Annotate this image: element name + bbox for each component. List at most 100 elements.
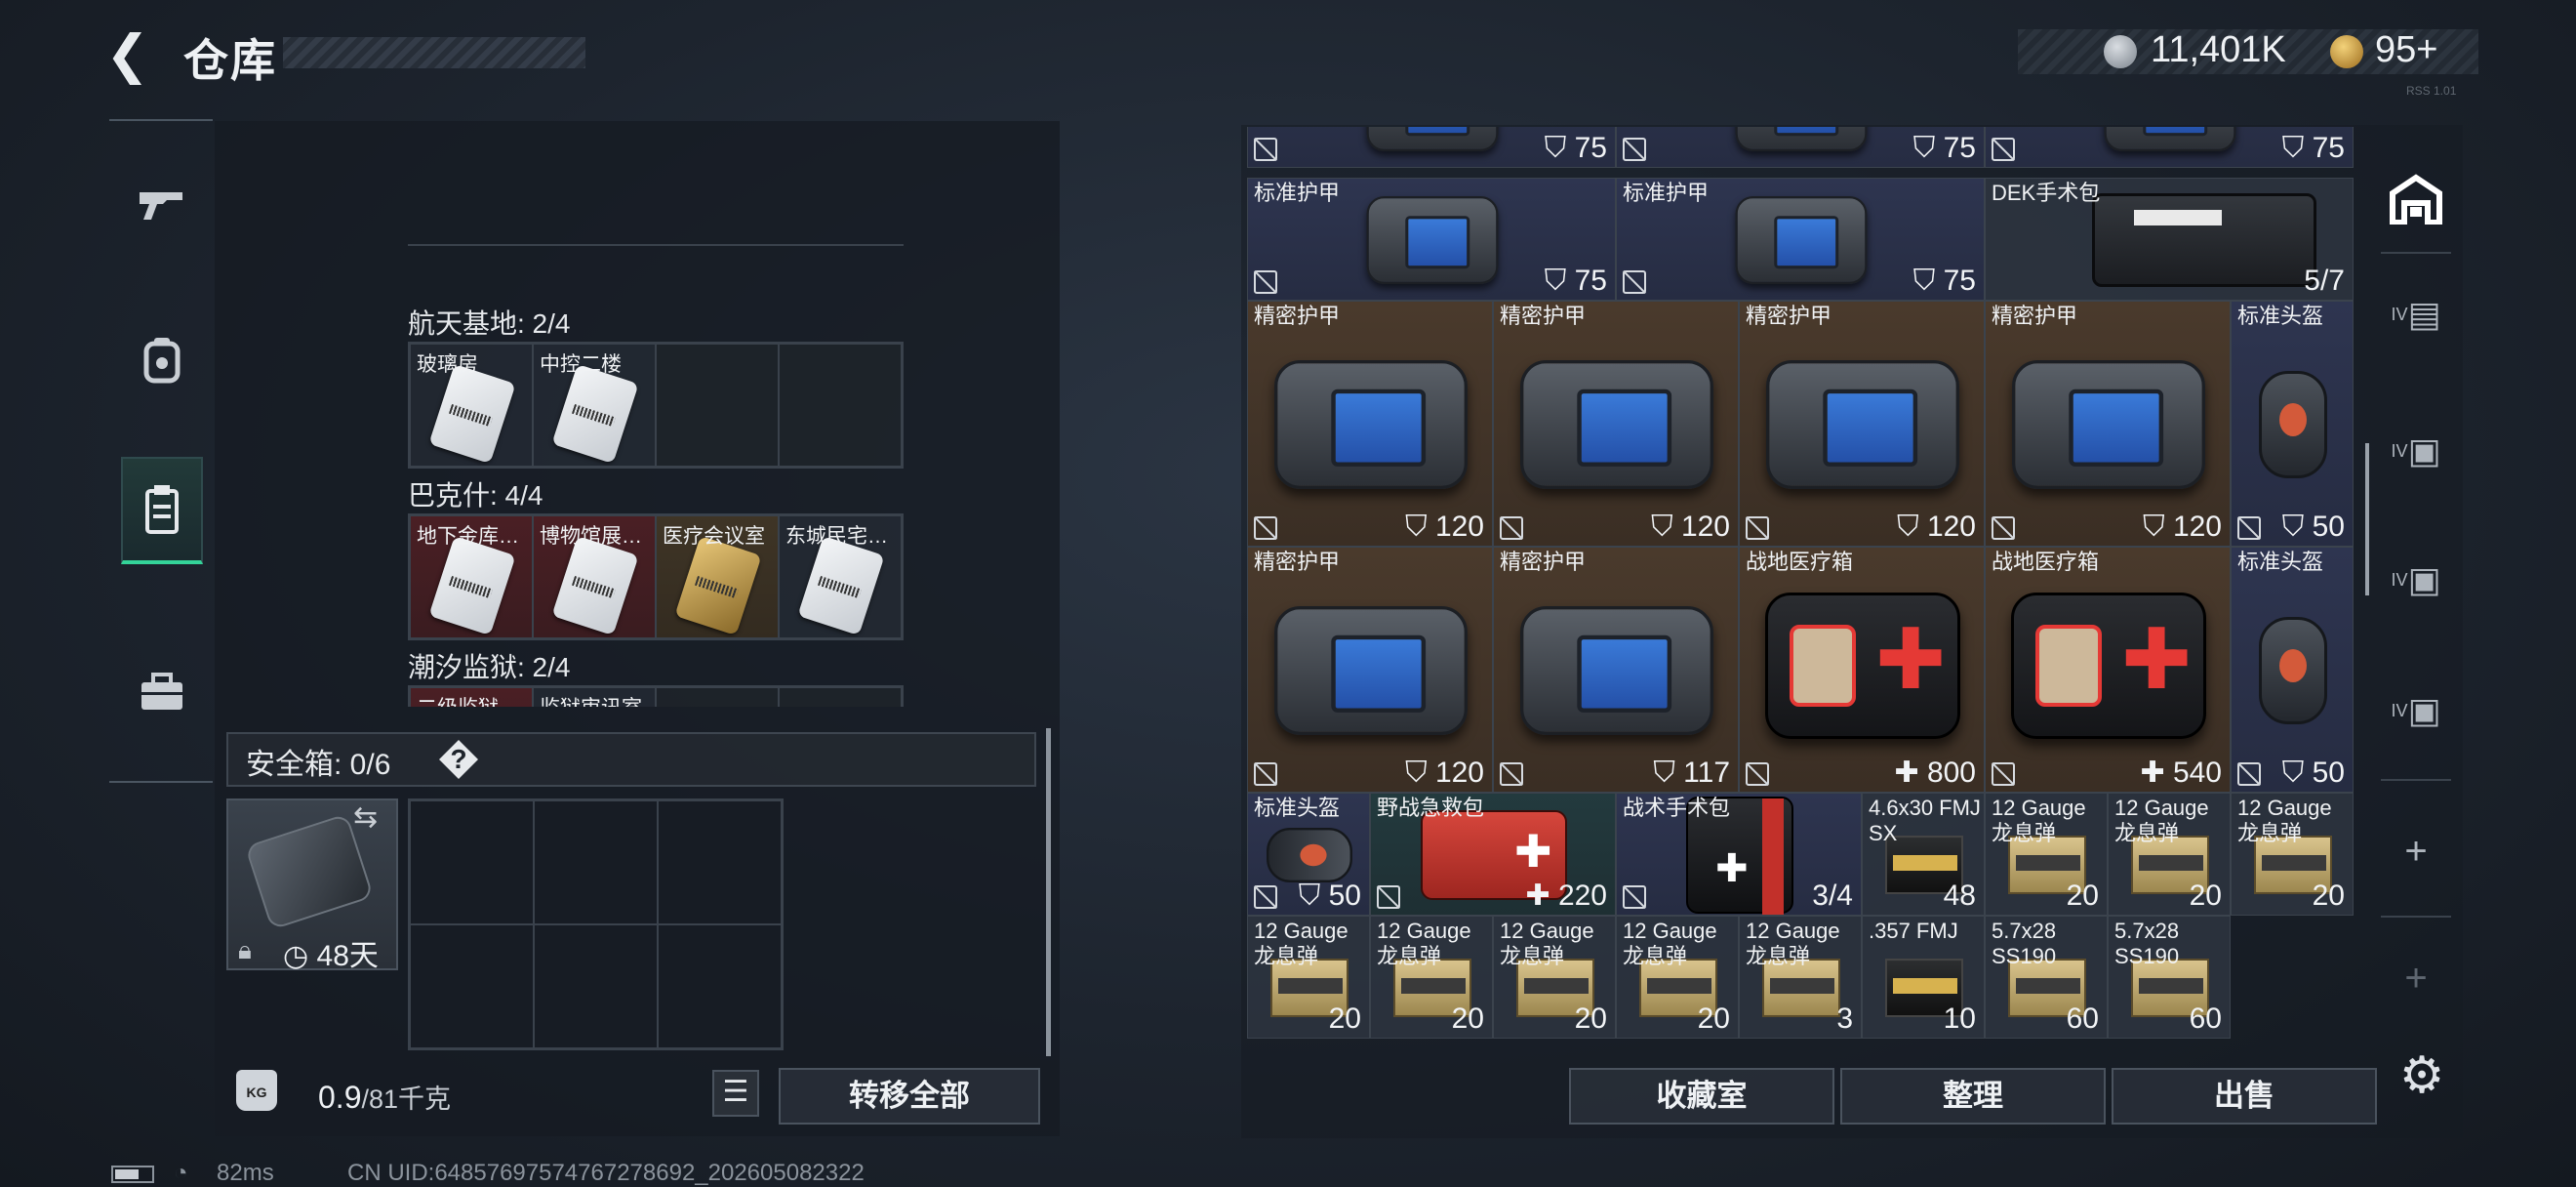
container-iv-icon[interactable]: IV ▣ — [2383, 547, 2449, 613]
item-name: 战术手术包 — [1623, 796, 1731, 820]
container-iv-icon[interactable]: IV ▣ — [2383, 677, 2449, 744]
armor-vest-image — [1766, 360, 1959, 489]
item-value: 20 — [2190, 880, 2222, 913]
stash-item[interactable]: 标准护甲 ⛉ 75 — [1616, 178, 1985, 301]
safe-box-grid — [408, 798, 784, 1050]
keycard-slot[interactable]: 中控二楼 — [533, 344, 656, 467]
uid-readout: CN UID:6485769757476727869​2_20260508232… — [347, 1160, 865, 1186]
back-arrow-icon[interactable]: ❮ — [105, 27, 160, 82]
stash-item[interactable]: 标准头盔 ⛉ 50 — [2231, 547, 2354, 793]
safe-slot[interactable] — [410, 924, 534, 1048]
stash-item[interactable]: 标准头盔 ⛉ 50 — [2231, 301, 2354, 547]
stash-item[interactable]: 12 Gauge 龙息弹 20 — [1247, 916, 1370, 1039]
durability-shield-icon: ⛉ — [2281, 757, 2313, 789]
page-title: 仓库 — [183, 35, 277, 86]
gear-icon[interactable]: ⚙︎ — [2395, 1048, 2449, 1103]
not-found-in-raid-icon — [1623, 885, 1646, 909]
stash-item[interactable]: .357 FMJ 10 — [1862, 916, 1985, 1039]
armor-vest-image — [1366, 196, 1499, 284]
stash-item[interactable]: ⛉ 75 — [1985, 127, 2354, 168]
container-iv-icon[interactable]: IV ▤ — [2383, 281, 2449, 348]
value-text: 120 — [1434, 511, 1484, 543]
not-found-in-raid-icon — [1254, 138, 1277, 161]
safe-slot[interactable] — [534, 924, 658, 1048]
keycard-slot[interactable]: 博物馆展… — [533, 515, 656, 638]
safe-slot[interactable] — [410, 800, 534, 924]
value-text: 60 — [2066, 1003, 2099, 1035]
durability-shield-icon: ⛉ — [1544, 265, 1575, 297]
warehouse-icon[interactable] — [2383, 166, 2449, 232]
not-found-in-raid-icon — [1254, 270, 1277, 294]
item-value: ✚ 800 — [1894, 756, 1976, 790]
keycard-slot[interactable]: 二级监狱… — [410, 687, 533, 707]
item-name: 标准头盔 — [2237, 550, 2324, 574]
not-found-in-raid-icon — [1746, 762, 1769, 786]
stash-item[interactable]: ⛉ 75 — [1247, 127, 1616, 168]
stash-item[interactable]: 标准头盔 ⛉ 50 — [1247, 793, 1370, 916]
durability-shield-icon: ⛉ — [1653, 757, 1684, 789]
gold-currency[interactable]: 95+ — [2375, 29, 2437, 71]
list-view-button[interactable]: ☰ — [712, 1070, 759, 1117]
stash-item[interactable]: 5.7x28 SS190 60 — [1985, 916, 2108, 1039]
keycard-slot[interactable] — [779, 121, 902, 242]
stash-item[interactable]: 12 Gauge 龙息弹 3 — [1739, 916, 1862, 1039]
safe-slot[interactable] — [658, 924, 782, 1048]
swap-icon[interactable]: ⇆ — [353, 800, 378, 835]
stash-item[interactable]: 5.7x28 SS190 60 — [2108, 916, 2231, 1039]
stash-item[interactable]: 精密护甲 ⛉ 120 — [1493, 301, 1739, 547]
weight-value: 0.9 — [318, 1080, 362, 1115]
keycard-slot[interactable]: 监狱审讯室 — [533, 687, 656, 707]
sort-button[interactable]: 整理 — [1840, 1068, 2106, 1125]
keycard-slot[interactable] — [533, 121, 656, 242]
stash-item[interactable]: 精密护甲 ⛉ 120 — [1985, 301, 2231, 547]
keycard-slot[interactable]: 地下金库… — [410, 515, 533, 638]
stash-item[interactable]: 精密护甲 ⛉ 120 — [1739, 301, 1985, 547]
add-icon[interactable]: + — [2383, 818, 2449, 884]
keycard-slot[interactable]: 医疗会议室 — [656, 515, 779, 638]
stash-item[interactable]: 12 Gauge 龙息弹 20 — [1985, 793, 2108, 916]
keycard-slot — [779, 687, 902, 707]
left-scrollbar[interactable] — [1046, 728, 1051, 1056]
stash-item[interactable]: 精密护甲 ⛉ 120 — [1247, 547, 1493, 793]
stash-item[interactable]: 精密护甲 ⛉ 117 — [1493, 547, 1739, 793]
collection-room-button[interactable]: 收藏室 — [1569, 1068, 1834, 1125]
sell-button[interactable]: 出售 — [2112, 1068, 2377, 1125]
helmet-image — [2259, 371, 2327, 478]
keycard-grid — [408, 121, 904, 246]
battery-icon — [111, 1166, 154, 1183]
item-name: 12 Gauge 龙息弹 — [1992, 796, 2086, 845]
keycard-list: 航天基地: 2/4 玻璃房 中控二楼 巴克什: 4/4 地下金库… 博物馆展… 医疗会议室东… — [0, 121, 1060, 707]
helmet-image — [1267, 828, 1352, 882]
stash-item[interactable]: ⛉ 75 — [1616, 127, 1985, 168]
keycard-slot[interactable] — [410, 121, 533, 242]
item-value: 48 — [1944, 880, 1976, 913]
stash-scrollbar[interactable] — [2365, 443, 2369, 595]
stash-item[interactable]: 4.6x30 FMJ SX 48 — [1862, 793, 1985, 916]
weight-readout: 0.9/81千克 — [318, 1078, 451, 1116]
armor-vest-image — [1274, 606, 1468, 735]
stash-item[interactable]: 战地医疗箱 ✚ 540 — [1985, 547, 2231, 793]
container-iv-icon[interactable]: IV ▣ — [2383, 418, 2449, 484]
safe-slot[interactable] — [534, 800, 658, 924]
not-found-in-raid-icon — [1377, 885, 1400, 909]
keycard-slot[interactable]: 东城民宅… — [779, 515, 902, 638]
stash-item[interactable]: 12 Gauge 龙息弹 20 — [1370, 916, 1493, 1039]
stash-item[interactable]: 精密护甲 ⛉ 120 — [1247, 301, 1493, 547]
stash-item[interactable]: 12 Gauge 龙息弹 20 — [1493, 916, 1616, 1039]
stash-item[interactable]: 12 Gauge 龙息弹 20 — [2231, 793, 2354, 916]
keycard-slot[interactable] — [656, 121, 779, 242]
keycard-image — [551, 535, 639, 636]
stash-item[interactable]: 野战急救包 ✚ 220 — [1370, 793, 1616, 916]
helmet-image — [2259, 617, 2327, 724]
durability-shield-icon: ⛉ — [1544, 132, 1575, 164]
transfer-all-button[interactable]: 转移全部 — [779, 1068, 1040, 1125]
stash-item[interactable]: 12 Gauge 龙息弹 20 — [2108, 793, 2231, 916]
safe-slot[interactable] — [658, 800, 782, 924]
stash-item[interactable]: 战术手术包 3/4 — [1616, 793, 1862, 916]
stash-item[interactable]: 12 Gauge 龙息弹 20 — [1616, 916, 1739, 1039]
keycard-slot[interactable]: 玻璃房 — [410, 344, 533, 467]
stash-item[interactable]: 标准护甲 ⛉ 75 — [1247, 178, 1616, 301]
value-text: 800 — [1926, 757, 1976, 789]
stash-item[interactable]: DEK手术包 5/7 — [1985, 178, 2354, 301]
stash-item[interactable]: 战地医疗箱 ✚ 800 — [1739, 547, 1985, 793]
